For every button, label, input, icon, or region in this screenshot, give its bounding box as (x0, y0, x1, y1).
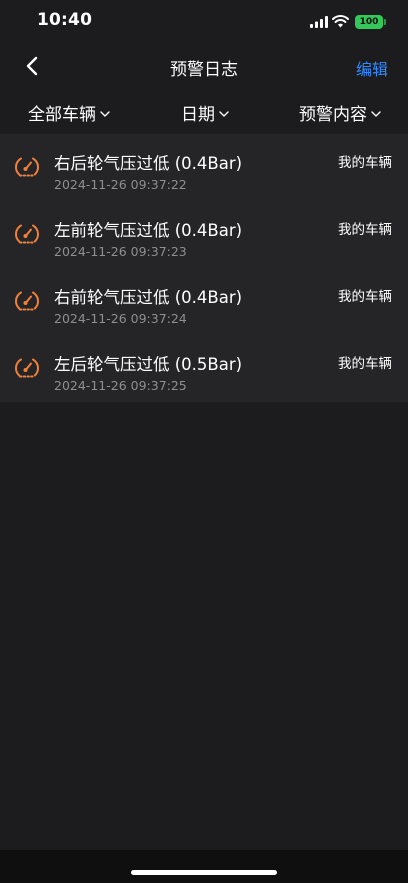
tire-pressure-warning-icon (15, 358, 39, 378)
battery-indicator: 100 (355, 15, 383, 29)
wifi-icon (332, 15, 349, 28)
alert-timestamp: 2024-11-26 09:37:22 (54, 177, 187, 192)
alert-title: 右后轮气压过低 (0.4Bar) (54, 154, 243, 173)
content-filter-dropdown[interactable]: 预警内容 (299, 100, 381, 125)
tire-pressure-warning-icon (15, 291, 39, 311)
alert-row[interactable]: 右后轮气压过低 (0.4Bar) 2024-11-26 09:37:22 我的车… (0, 134, 408, 201)
alert-timestamp: 2024-11-26 09:37:23 (54, 244, 187, 259)
alert-list: 右后轮气压过低 (0.4Bar) 2024-11-26 09:37:22 我的车… (0, 134, 408, 402)
alert-timestamp: 2024-11-26 09:37:25 (54, 378, 187, 393)
alert-title: 左前轮气压过低 (0.4Bar) (54, 221, 243, 240)
alert-vehicle: 我的车辆 (338, 222, 392, 238)
content-filter-label: 预警内容 (299, 105, 367, 125)
battery-cap (384, 19, 386, 25)
status-time: 10:40 (37, 10, 93, 30)
screen: 10:40 100 预警日志 编辑 全部车辆 日期 预警内容 右后轮气压过低 (… (0, 0, 408, 883)
alert-vehicle: 我的车辆 (338, 289, 392, 305)
alert-title: 左后轮气压过低 (0.5Bar) (54, 355, 243, 374)
nav-bar: 预警日志 编辑 (0, 46, 408, 88)
alert-timestamp: 2024-11-26 09:37:24 (54, 311, 187, 326)
chevron-down-icon (371, 110, 381, 117)
bottom-bar (0, 850, 408, 883)
alert-row[interactable]: 左前轮气压过低 (0.4Bar) 2024-11-26 09:37:23 我的车… (0, 201, 408, 268)
date-filter-dropdown[interactable]: 日期 (181, 100, 229, 125)
tire-pressure-warning-icon (15, 224, 39, 244)
chevron-down-icon (219, 110, 229, 117)
vehicle-filter-label: 全部车辆 (28, 105, 96, 125)
alert-title: 右前轮气压过低 (0.4Bar) (54, 288, 243, 307)
cellular-signal-icon (310, 16, 328, 28)
alert-row[interactable]: 左后轮气压过低 (0.5Bar) 2024-11-26 09:37:25 我的车… (0, 335, 408, 402)
home-indicator[interactable] (131, 870, 277, 875)
tire-pressure-warning-icon (15, 157, 39, 177)
chevron-down-icon (100, 110, 110, 117)
alert-vehicle: 我的车辆 (338, 155, 392, 171)
edit-button[interactable]: 编辑 (356, 56, 388, 80)
alert-vehicle: 我的车辆 (338, 356, 392, 372)
date-filter-label: 日期 (181, 105, 215, 125)
page-title: 预警日志 (170, 60, 238, 80)
filter-bar: 全部车辆 日期 预警内容 (0, 92, 408, 130)
status-bar: 10:40 100 (0, 0, 408, 46)
alert-row[interactable]: 右前轮气压过低 (0.4Bar) 2024-11-26 09:37:24 我的车… (0, 268, 408, 335)
vehicle-filter-dropdown[interactable]: 全部车辆 (28, 100, 110, 125)
